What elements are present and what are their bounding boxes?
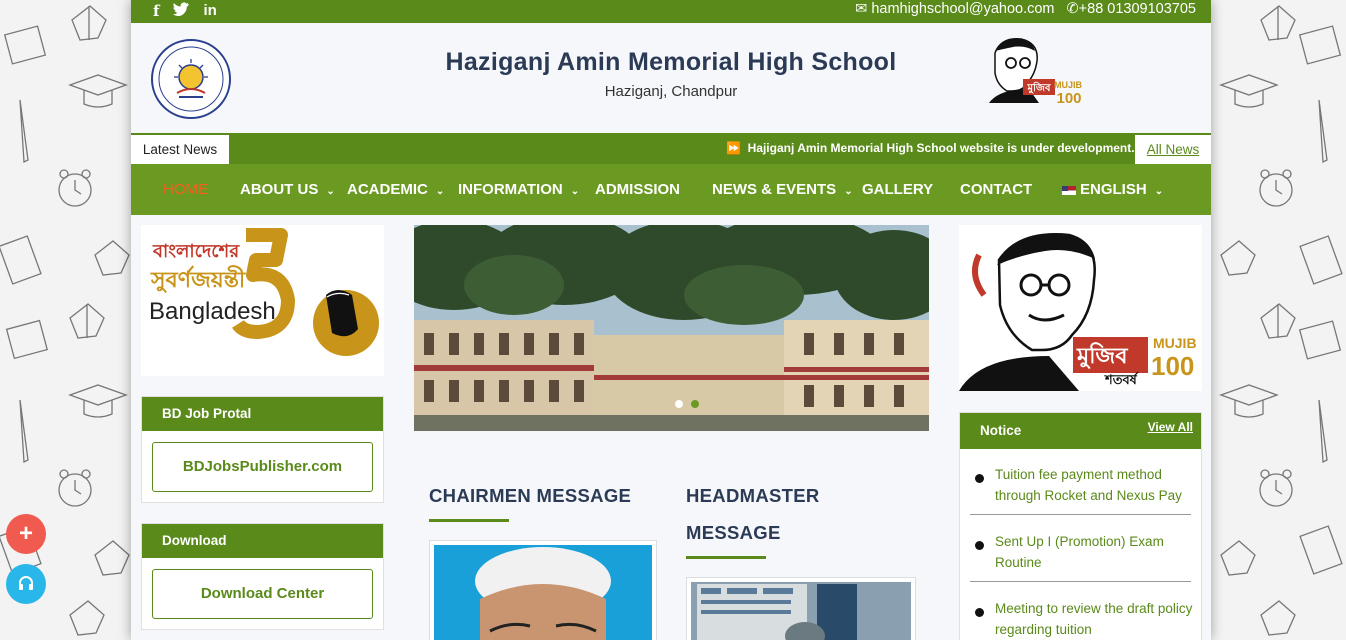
- banner-bangladesh-text: Bangladesh: [149, 298, 276, 325]
- notice-item-text: Tuition fee payment method through Rocke…: [995, 467, 1182, 503]
- nav-contact[interactable]: CONTACT: [960, 181, 1032, 198]
- chairman-title-underline: [429, 519, 509, 522]
- latest-news-ticker: Latest News ⏩ Hajiganj Amin Memorial Hig…: [131, 133, 1211, 164]
- top-bar: f in ✉ hamhighschool@yahoo.com ✆+88 0130…: [131, 0, 1211, 23]
- nav-language-label: ENGLISH: [1080, 181, 1147, 198]
- notice-item[interactable]: Meeting to review the draft policy regar…: [970, 598, 1192, 640]
- nav-information-label: INFORMATION: [458, 181, 563, 198]
- headmaster-message-title-line2: MESSAGE: [686, 522, 781, 543]
- facebook-icon[interactable]: f: [153, 2, 159, 20]
- nav-about-us-label: ABOUT US: [240, 181, 319, 198]
- twitter-icon[interactable]: [173, 2, 190, 20]
- email-link[interactable]: ✉ hamhighschool@yahoo.com: [855, 1, 1054, 17]
- banner-bangla-line2: সুবর্ণজয়ন্তী: [151, 268, 246, 293]
- chevron-down-icon: ⌄: [435, 186, 445, 197]
- chevron-down-icon: ⌄: [570, 186, 580, 197]
- notice-divider: [970, 581, 1191, 582]
- chairman-photo: [429, 540, 657, 640]
- download-box: Download Download Center: [141, 523, 384, 630]
- headmaster-title-underline: [686, 556, 766, 559]
- nav-information[interactable]: INFORMATION ⌄: [458, 181, 579, 198]
- main-nav: HOME ABOUT US ⌄ ACADEMIC ⌄ INFORMATION ⌄ AD…: [131, 164, 1211, 215]
- floating-plus-button[interactable]: +: [6, 514, 46, 554]
- mujib-100-logo-small: মুজিব MUJIB 100: [983, 33, 1088, 107]
- us-flag-icon: [1062, 185, 1076, 195]
- mujib-num-text: 100: [1151, 351, 1195, 381]
- svg-text:মুজিব: মুজিব: [1027, 81, 1051, 95]
- chevron-down-icon: ⌄: [326, 186, 335, 197]
- double-arrow-icon: ⏩: [726, 141, 741, 155]
- nav-admission[interactable]: ADMISSION: [595, 181, 680, 198]
- mujib-100-banner[interactable]: মুজিব শতবর্ষ MUJIB 100: [959, 225, 1202, 391]
- chevron-down-icon: ⌄: [844, 186, 853, 197]
- notice-item[interactable]: Sent Up I (Promotion) Exam Routine: [970, 531, 1190, 575]
- nav-gallery-label: GALLERY: [862, 181, 934, 198]
- floating-support-button[interactable]: [6, 564, 46, 604]
- nav-academic-label: ACADEMIC: [347, 181, 428, 198]
- ticker-message[interactable]: ⏩ Hajiganj Amin Memorial High School web…: [726, 141, 1135, 155]
- svg-text:100: 100: [1056, 90, 1081, 105]
- site-header: Haziganj Amin Memorial High School Hazig…: [131, 23, 1211, 133]
- mujib-sub-text: শতবর্ষ: [1105, 373, 1137, 388]
- contact-info: ✉ hamhighschool@yahoo.com ✆+88 013091037…: [855, 1, 1196, 17]
- phone-text: +88 01309103705: [1078, 1, 1196, 17]
- nav-news-events[interactable]: NEWS & EVENTS ⌄: [712, 181, 853, 198]
- bullet-icon: [975, 474, 984, 483]
- nav-home[interactable]: HOME: [163, 181, 208, 198]
- mujib-en-text: MUJIB: [1153, 335, 1197, 351]
- all-news-link[interactable]: All News: [1135, 135, 1211, 164]
- notice-item-text: Sent Up I (Promotion) Exam Routine: [995, 534, 1164, 570]
- chevron-down-icon: ⌄: [1154, 186, 1164, 197]
- bd-job-portal-title: BD Job Protal: [142, 397, 383, 431]
- nav-news-events-label: NEWS & EVENTS: [712, 181, 837, 198]
- notice-divider: [970, 514, 1191, 515]
- bd-job-portal-box: BD Job Protal BDJobsPublisher.com: [141, 396, 384, 503]
- hero-slider[interactable]: [414, 225, 929, 431]
- envelope-icon: ✉: [855, 1, 868, 17]
- chairman-message-title: CHAIRMEN MESSAGE: [429, 485, 632, 506]
- headset-icon: [18, 570, 34, 597]
- notice-title-text: Notice: [980, 423, 1022, 438]
- bdjobspublisher-button[interactable]: BDJobsPublisher.com: [152, 442, 373, 492]
- nav-language[interactable]: ENGLISH ⌄: [1062, 181, 1163, 198]
- bangladesh-50-banner[interactable]: বাংলাদেশের সুবর্ণজয়ন্তী Bangladesh 50: [141, 225, 384, 376]
- notice-item-text: Meeting to review the draft policy regar…: [995, 601, 1193, 637]
- download-center-button[interactable]: Download Center: [152, 569, 373, 619]
- phone-link[interactable]: ✆+88 01309103705: [1067, 1, 1197, 17]
- headmaster-photo: [686, 577, 916, 640]
- phone-icon: ✆: [1066, 1, 1079, 17]
- nav-gallery[interactable]: GALLERY: [862, 181, 933, 198]
- download-title: Download: [142, 524, 383, 558]
- headmaster-message-title-line1: HEADMASTER: [686, 485, 820, 506]
- bullet-icon: [975, 608, 984, 617]
- page-container: f in ✉ hamhighschool@yahoo.com ✆+88 0130…: [131, 0, 1211, 640]
- nav-admission-label: ADMISSION: [595, 181, 681, 198]
- latest-news-label: Latest News: [131, 135, 229, 164]
- doodle-background-right: [1211, 0, 1346, 640]
- notice-box: Notice View All Tuition fee payment meth…: [959, 412, 1202, 640]
- nav-about-us[interactable]: ABOUT US ⌄: [240, 181, 335, 198]
- view-all-link[interactable]: View All: [1148, 420, 1193, 434]
- bullet-icon: [975, 541, 984, 550]
- nav-academic[interactable]: ACADEMIC ⌄: [347, 181, 444, 198]
- email-text: hamhighschool@yahoo.com: [871, 1, 1055, 17]
- nav-contact-label: CONTACT: [960, 181, 1033, 198]
- notice-item[interactable]: Tuition fee payment method through Rocke…: [970, 464, 1190, 508]
- linkedin-icon[interactable]: in: [203, 2, 216, 20]
- ticker-message-text: Hajiganj Amin Memorial High School websi…: [747, 141, 1135, 155]
- nav-home-label: HOME: [163, 181, 208, 198]
- svg-text:MUJIB: MUJIB: [1054, 80, 1083, 90]
- social-links: f in: [153, 2, 217, 20]
